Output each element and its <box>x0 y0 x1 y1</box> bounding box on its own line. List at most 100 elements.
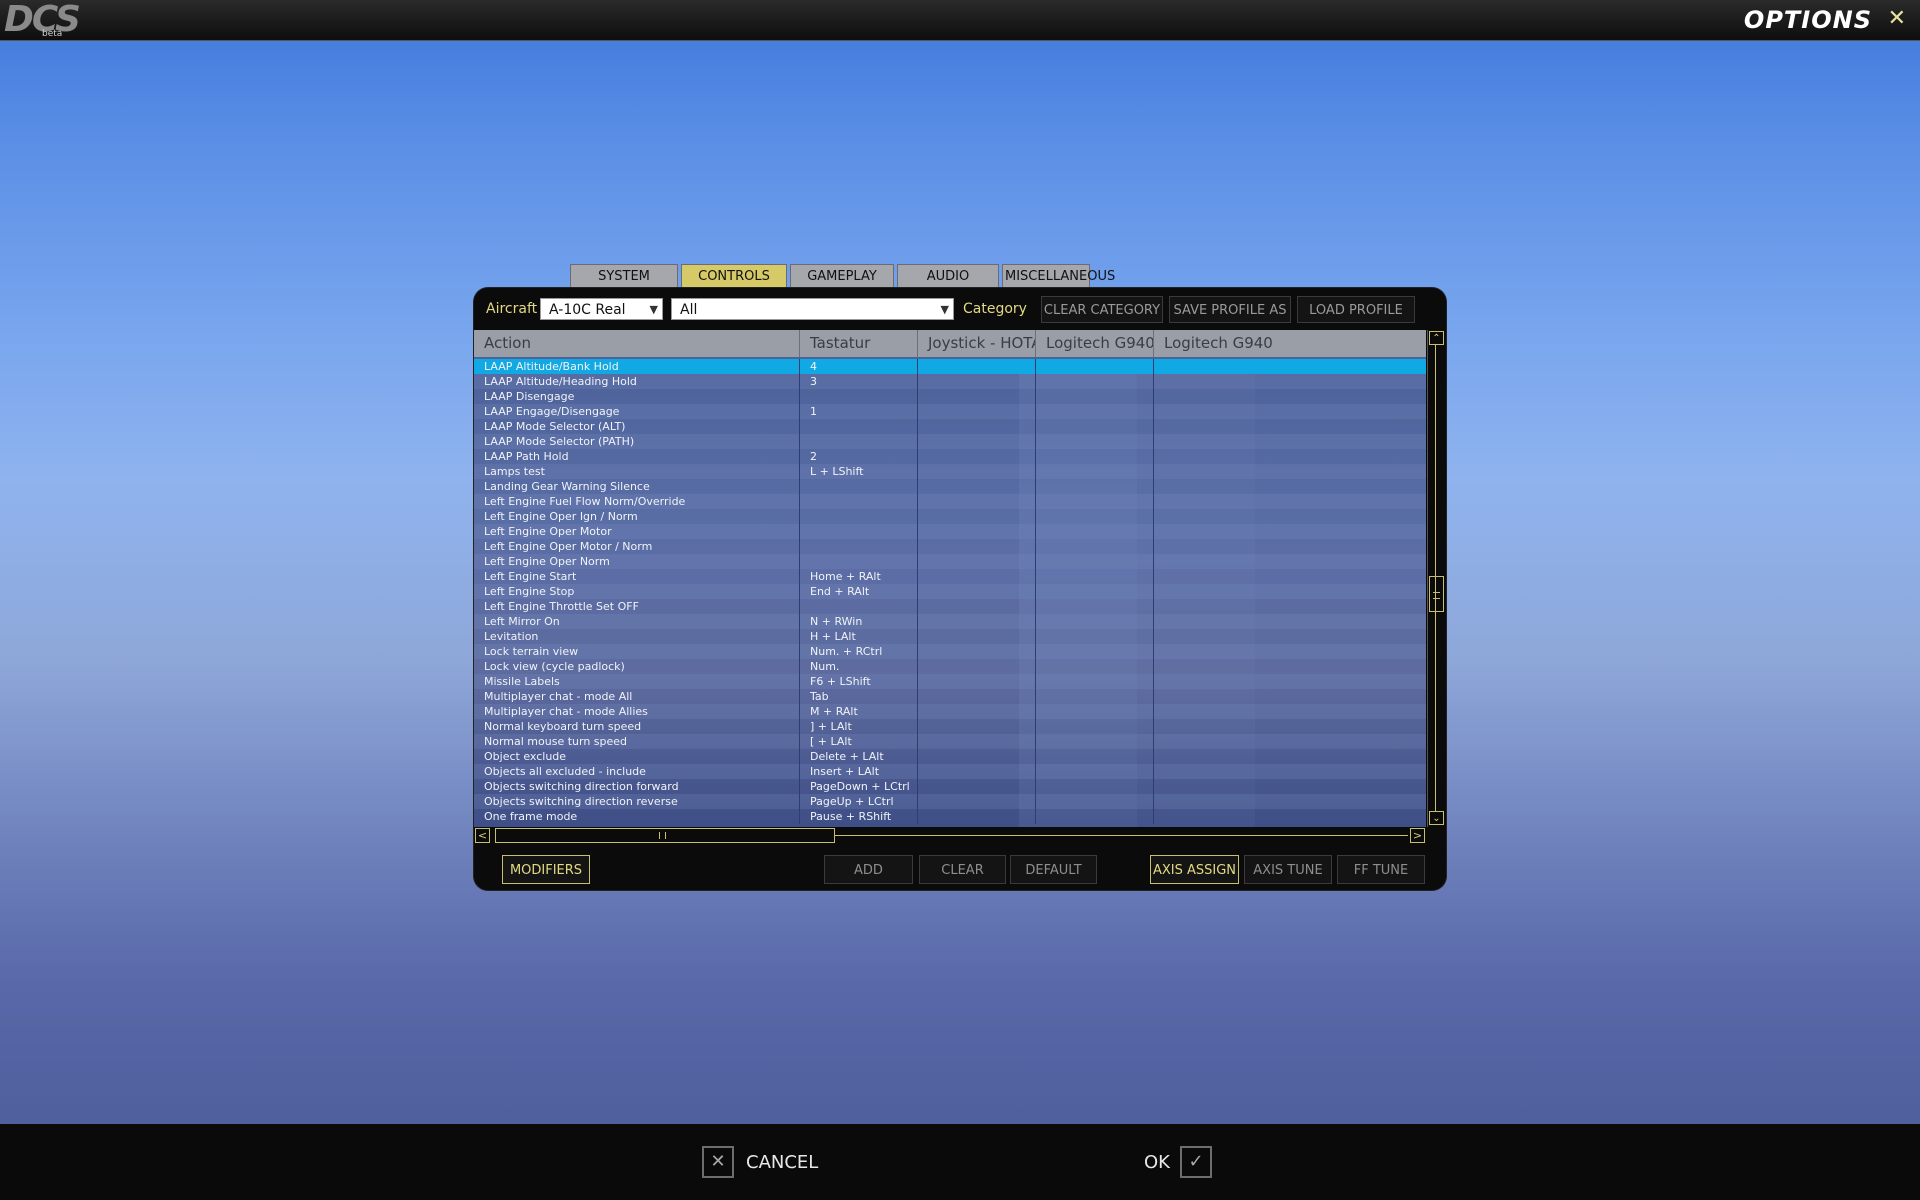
axis-tune-button[interactable]: AXIS TUNE <box>1244 855 1332 884</box>
device-binding-cell[interactable] <box>1036 434 1154 449</box>
keyboard-binding-cell[interactable]: [ + LAlt <box>800 734 918 749</box>
action-cell[interactable]: LAAP Path Hold <box>474 449 800 464</box>
device-binding-cell[interactable] <box>1154 569 1426 584</box>
device-binding-cell[interactable] <box>1036 764 1154 779</box>
cancel-button[interactable]: ✕ CANCEL <box>702 1144 818 1180</box>
column-header-action[interactable]: Action <box>474 330 800 357</box>
action-cell[interactable]: Objects switching direction forward <box>474 779 800 794</box>
table-row[interactable]: Missile Labels F6 + LShift <box>474 674 1426 689</box>
keyboard-binding-cell[interactable]: Num. <box>800 659 918 674</box>
horizontal-scrollbar[interactable]: < > <box>474 827 1444 844</box>
device-binding-cell[interactable] <box>1154 629 1426 644</box>
device-binding-cell[interactable] <box>1154 479 1426 494</box>
device-binding-cell[interactable] <box>1154 404 1426 419</box>
keyboard-binding-cell[interactable]: PageUp + LCtrl <box>800 794 918 809</box>
device-binding-cell[interactable] <box>918 764 1036 779</box>
table-row[interactable]: Object exclude Delete + LAlt <box>474 749 1426 764</box>
modifiers-button[interactable]: MODIFIERS <box>502 855 590 884</box>
device-binding-cell[interactable] <box>918 689 1036 704</box>
device-binding-cell[interactable] <box>918 404 1036 419</box>
device-binding-cell[interactable] <box>918 419 1036 434</box>
device-binding-cell[interactable] <box>1154 734 1426 749</box>
keyboard-binding-cell[interactable] <box>800 389 918 404</box>
table-row[interactable]: Multiplayer chat - mode All Tab <box>474 689 1426 704</box>
keyboard-binding-cell[interactable]: PageDown + LCtrl <box>800 779 918 794</box>
horizontal-scroll-thumb[interactable] <box>495 828 835 843</box>
keyboard-binding-cell[interactable]: 2 <box>800 449 918 464</box>
table-row[interactable]: Normal keyboard turn speed] + LAlt <box>474 719 1426 734</box>
keyboard-binding-cell[interactable] <box>800 524 918 539</box>
device-binding-cell[interactable] <box>1036 404 1154 419</box>
table-row[interactable]: Left Mirror On N + RWin <box>474 614 1426 629</box>
device-binding-cell[interactable] <box>1036 554 1154 569</box>
device-binding-cell[interactable] <box>1154 794 1426 809</box>
table-row[interactable]: Lock terrain view Num. + RCtrl <box>474 644 1426 659</box>
action-cell[interactable]: LAAP Disengage <box>474 389 800 404</box>
device-binding-cell[interactable] <box>1154 494 1426 509</box>
device-binding-cell[interactable] <box>918 464 1036 479</box>
column-header-g940-joystick[interactable]: Logitech G940 Joy <box>1036 330 1154 357</box>
device-binding-cell[interactable] <box>1154 644 1426 659</box>
device-binding-cell[interactable] <box>918 359 1036 374</box>
device-binding-cell[interactable] <box>1036 539 1154 554</box>
keyboard-binding-cell[interactable] <box>800 554 918 569</box>
device-binding-cell[interactable] <box>1036 659 1154 674</box>
column-header-g940[interactable]: Logitech G940 <box>1154 330 1426 357</box>
action-cell[interactable]: Left Engine Oper Motor <box>474 524 800 539</box>
keyboard-binding-cell[interactable] <box>800 539 918 554</box>
table-row[interactable]: Left Engine Oper Motor <box>474 524 1426 539</box>
table-row[interactable]: Levitation H + LAlt <box>474 629 1426 644</box>
default-button[interactable]: DEFAULT <box>1010 855 1097 884</box>
device-binding-cell[interactable] <box>918 569 1036 584</box>
device-binding-cell[interactable] <box>1154 809 1426 824</box>
device-binding-cell[interactable] <box>1154 704 1426 719</box>
action-cell[interactable]: LAAP Mode Selector (ALT) <box>474 419 800 434</box>
device-binding-cell[interactable] <box>1036 599 1154 614</box>
tab-gameplay[interactable]: GAMEPLAY <box>790 264 894 288</box>
action-cell[interactable]: Normal keyboard turn speed <box>474 719 800 734</box>
keyboard-binding-cell[interactable]: H + LAlt <box>800 629 918 644</box>
action-cell[interactable]: Multiplayer chat - mode All <box>474 689 800 704</box>
table-row[interactable]: LAAP Engage/Disengage 1 <box>474 404 1426 419</box>
tab-controls[interactable]: CONTROLS <box>681 264 787 288</box>
ok-button[interactable]: OK ✓ <box>1144 1144 1212 1180</box>
device-binding-cell[interactable] <box>1154 464 1426 479</box>
column-header-joystick-hotas[interactable]: Joystick - HOTAS W <box>918 330 1036 357</box>
clear-category-button[interactable]: CLEAR CATEGORY <box>1041 296 1163 323</box>
clear-button[interactable]: CLEAR <box>919 855 1006 884</box>
save-profile-button[interactable]: SAVE PROFILE AS <box>1169 296 1291 323</box>
keyboard-binding-cell[interactable]: Num. + RCtrl <box>800 644 918 659</box>
device-binding-cell[interactable] <box>1036 719 1154 734</box>
keyboard-binding-cell[interactable]: Tab <box>800 689 918 704</box>
device-binding-cell[interactable] <box>1036 779 1154 794</box>
action-cell[interactable]: Levitation <box>474 629 800 644</box>
device-binding-cell[interactable] <box>1154 419 1426 434</box>
device-binding-cell[interactable] <box>1036 389 1154 404</box>
action-cell[interactable]: Left Engine Throttle Set OFF <box>474 599 800 614</box>
table-row[interactable]: LAAP Mode Selector (PATH) <box>474 434 1426 449</box>
action-cell[interactable]: Left Engine Oper Ign / Norm <box>474 509 800 524</box>
keyboard-binding-cell[interactable] <box>800 494 918 509</box>
table-row[interactable]: Landing Gear Warning Silence <box>474 479 1426 494</box>
action-cell[interactable]: Missile Labels <box>474 674 800 689</box>
device-binding-cell[interactable] <box>1036 359 1154 374</box>
device-binding-cell[interactable] <box>1154 374 1426 389</box>
device-binding-cell[interactable] <box>1036 374 1154 389</box>
device-binding-cell[interactable] <box>1036 449 1154 464</box>
device-binding-cell[interactable] <box>1154 434 1426 449</box>
device-binding-cell[interactable] <box>1154 779 1426 794</box>
action-cell[interactable]: LAAP Altitude/Bank Hold <box>474 359 800 374</box>
device-binding-cell[interactable] <box>1036 734 1154 749</box>
device-binding-cell[interactable] <box>918 794 1036 809</box>
action-cell[interactable]: Normal mouse turn speed <box>474 734 800 749</box>
action-cell[interactable]: Left Engine Oper Motor / Norm <box>474 539 800 554</box>
action-cell[interactable]: LAAP Mode Selector (PATH) <box>474 434 800 449</box>
keyboard-binding-cell[interactable]: N + RWin <box>800 614 918 629</box>
device-binding-cell[interactable] <box>918 629 1036 644</box>
device-binding-cell[interactable] <box>918 374 1036 389</box>
table-row[interactable]: LAAP Mode Selector (ALT) <box>474 419 1426 434</box>
scroll-right-icon[interactable]: > <box>1410 828 1425 843</box>
tab-system[interactable]: SYSTEM <box>570 264 678 288</box>
keyboard-binding-cell[interactable] <box>800 434 918 449</box>
tab-audio[interactable]: AUDIO <box>897 264 999 288</box>
